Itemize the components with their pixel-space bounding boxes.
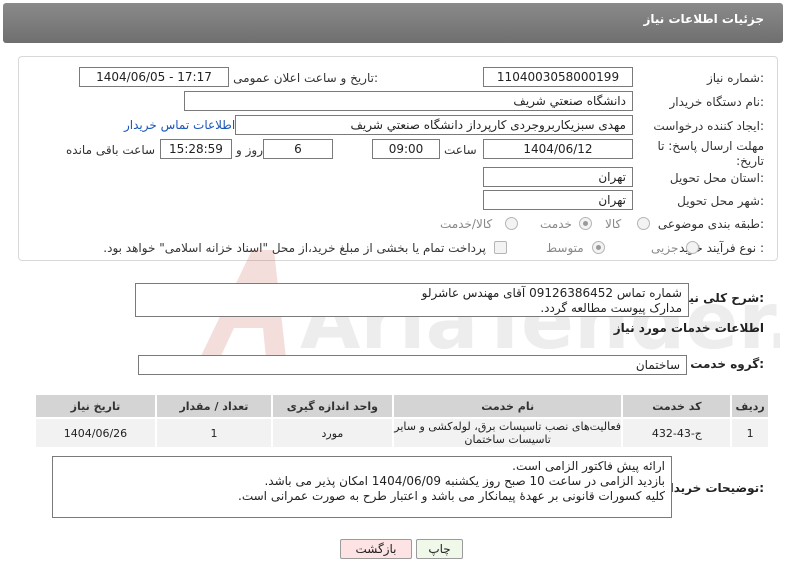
delivery-province-field: تهران: [483, 167, 633, 187]
delivery-city-field: تهران: [483, 190, 633, 210]
cell-row-number: 1: [730, 417, 770, 449]
col-header-service-name: نام خدمت: [391, 393, 624, 419]
deadline-time-field: 09:00: [372, 139, 440, 159]
services-table: ردیف کد خدمت نام خدمت واحد اندازه گیری ت…: [34, 393, 770, 449]
services-section-title: اطلاعات خدمات مورد نیاز: [613, 321, 764, 335]
col-header-need-date: تاریخ نیاز: [34, 393, 157, 419]
need-number-label: شماره نیاز:: [706, 71, 764, 85]
cell-unit: مورد: [270, 417, 394, 449]
buyer-note-line-2: بازدید الزامی در ساعت 10 صبح روز یکشنبه …: [264, 474, 665, 488]
category-radio-service[interactable]: [579, 217, 592, 230]
buyer-org-field: دانشگاه صنعتي شريف: [184, 91, 633, 111]
deadline-time-label: ساعت: [444, 143, 477, 157]
remaining-days-label: روز و: [236, 143, 263, 157]
purchase-option-minor: جزیی: [651, 241, 679, 255]
delivery-city-label: شهر محل تحویل:: [677, 194, 764, 208]
summary-textarea: شماره تماس 09126386452 آقای مهندس عاشرلو…: [135, 283, 689, 317]
summary-label: شرح کلی نیاز:: [678, 291, 764, 305]
buyer-contact-link[interactable]: اطلاعات تماس خریدار: [124, 118, 235, 132]
requester-field: مهدی سبزیکاربروجردی کارپرداز دانشگاه صنع…: [235, 115, 633, 135]
table-header-row: ردیف کد خدمت نام خدمت واحد اندازه گیری ت…: [34, 393, 770, 419]
cell-service-code: ج-43-432: [621, 417, 733, 449]
announce-datetime-field: 1404/06/05 - 17:17: [79, 67, 229, 87]
summary-line-2: مدارک پیوست مطالعه گردد.: [540, 301, 682, 315]
buyer-note-line-3: کلیه کسورات قانونی بر عهدهٔ پیمانکار می …: [238, 489, 665, 503]
announce-datetime-label: تاریخ و ساعت اعلان عمومی:: [233, 71, 378, 85]
print-button[interactable]: چاپ: [416, 539, 463, 559]
purchase-radio-medium[interactable]: [592, 241, 605, 254]
page-title: جزئیات اطلاعات نیاز: [643, 12, 764, 26]
category-option-service: خدمت: [540, 217, 572, 231]
category-radio-goods-service[interactable]: [505, 217, 518, 230]
delivery-province-label: استان محل تحویل:: [669, 171, 764, 185]
category-label: طبقه بندی موضوعی:: [657, 217, 764, 231]
remaining-time-field: 15:28:59: [160, 139, 232, 159]
remaining-time-label: ساعت باقی مانده: [66, 143, 156, 157]
cell-need-date: 1404/06/26: [34, 417, 157, 449]
buyer-notes-label: توضیحات خریدار:: [662, 481, 764, 495]
buyer-note-line-1: ارائه پیش فاکتور الزامی است.: [512, 459, 665, 473]
category-radio-goods[interactable]: [637, 217, 650, 230]
col-header-quantity: تعداد / مقدار: [154, 393, 273, 419]
cell-service-name: فعالیت‌های نصب تاسیسات برق، لوله‌کشی و س…: [391, 417, 624, 449]
purchase-radio-minor[interactable]: [686, 241, 699, 254]
buyer-org-label: نام دستگاه خریدار:: [669, 95, 765, 109]
col-header-unit: واحد اندازه گیری: [270, 393, 394, 419]
deadline-date-field: 1404/06/12: [483, 139, 633, 159]
category-option-goods: کالا: [605, 217, 622, 231]
treasury-payment-checkbox[interactable]: [494, 241, 507, 254]
cell-quantity: 1: [154, 417, 273, 449]
col-header-row-number: ردیف: [730, 393, 770, 419]
deadline-label: مهلت ارسال پاسخ: تا تاریخ:: [657, 139, 764, 168]
treasury-payment-note: پرداخت تمام یا بخشی از مبلغ خرید،از محل …: [103, 241, 486, 255]
buyer-notes-textarea: ارائه پیش فاکتور الزامی است. بازدید الزا…: [52, 456, 672, 518]
service-group-label: گروه خدمت:: [690, 357, 764, 371]
remaining-days-field: 6: [263, 139, 333, 159]
summary-line-1: شماره تماس 09126386452 آقای مهندس عاشرلو: [421, 286, 682, 300]
col-header-service-code: کد خدمت: [621, 393, 733, 419]
service-group-field: ساختمان: [138, 355, 687, 375]
back-button[interactable]: بازگشت: [340, 539, 412, 559]
need-number-field: 1104003058000199: [483, 67, 633, 87]
category-option-goods-service: کالا/خدمت: [440, 217, 493, 231]
requester-label: ایجاد کننده درخواست:: [653, 119, 764, 133]
purchase-option-medium: متوسط: [546, 241, 584, 255]
table-row: 1 ج-43-432 فعالیت‌های نصب تاسیسات برق، ل…: [34, 417, 770, 449]
